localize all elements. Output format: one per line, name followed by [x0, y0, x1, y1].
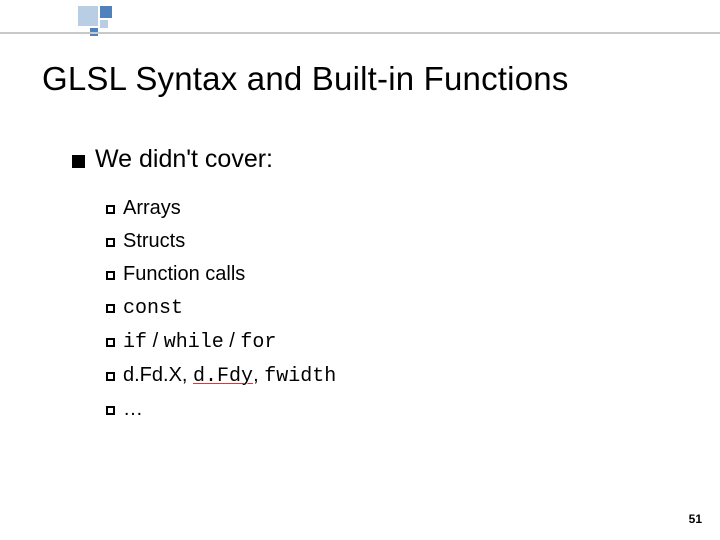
- square-bullet-icon: [72, 155, 85, 168]
- bullet-level1: We didn't cover:: [72, 145, 336, 174]
- comma1: ,: [182, 364, 193, 386]
- sub-item-ellipsis: …: [106, 393, 336, 426]
- sub-item-const: const: [106, 291, 336, 325]
- sub-item-deriv: d.Fd.X, d.Fdy, fwidth: [106, 359, 336, 393]
- label-dfdx: d.Fd.X: [123, 364, 182, 386]
- label-ellipsis: …: [123, 398, 143, 420]
- label-arrays: Arrays: [123, 197, 181, 219]
- hollow-square-icon: [106, 271, 115, 280]
- sub-item-arrays: Arrays: [106, 192, 336, 225]
- sep2: /: [224, 330, 241, 352]
- hollow-square-icon: [106, 338, 115, 347]
- label-while: while: [164, 331, 224, 354]
- sub-item-control: if / while / for: [106, 325, 336, 359]
- slide-body: We didn't cover: Arrays Structs Function…: [72, 145, 336, 426]
- hollow-square-icon: [106, 406, 115, 415]
- decor-square-blue: [100, 6, 112, 18]
- hollow-square-icon: [106, 304, 115, 313]
- page-number: 51: [689, 512, 702, 526]
- sub-item-funccalls: Function calls: [106, 258, 336, 291]
- decor-square-small-a: [100, 20, 108, 28]
- sep1: /: [147, 330, 164, 352]
- decor-square-large: [78, 6, 98, 26]
- label-structs: Structs: [123, 230, 185, 252]
- label-if: if: [123, 331, 147, 354]
- sub-item-structs: Structs: [106, 225, 336, 258]
- heading-text: We didn't cover:: [95, 145, 273, 173]
- label-dfdy: d.Fdy: [193, 365, 253, 388]
- hollow-square-icon: [106, 372, 115, 381]
- hollow-square-icon: [106, 238, 115, 247]
- sub-list: Arrays Structs Function calls const if /…: [106, 192, 336, 426]
- slide-title: GLSL Syntax and Built-in Functions: [42, 60, 569, 98]
- comma2: ,: [253, 364, 264, 386]
- label-fwidth: fwidth: [264, 365, 336, 388]
- horizontal-rule: [0, 32, 720, 34]
- label-for: for: [240, 331, 276, 354]
- hollow-square-icon: [106, 205, 115, 214]
- label-const: const: [123, 297, 183, 320]
- label-funccalls: Function calls: [123, 263, 245, 285]
